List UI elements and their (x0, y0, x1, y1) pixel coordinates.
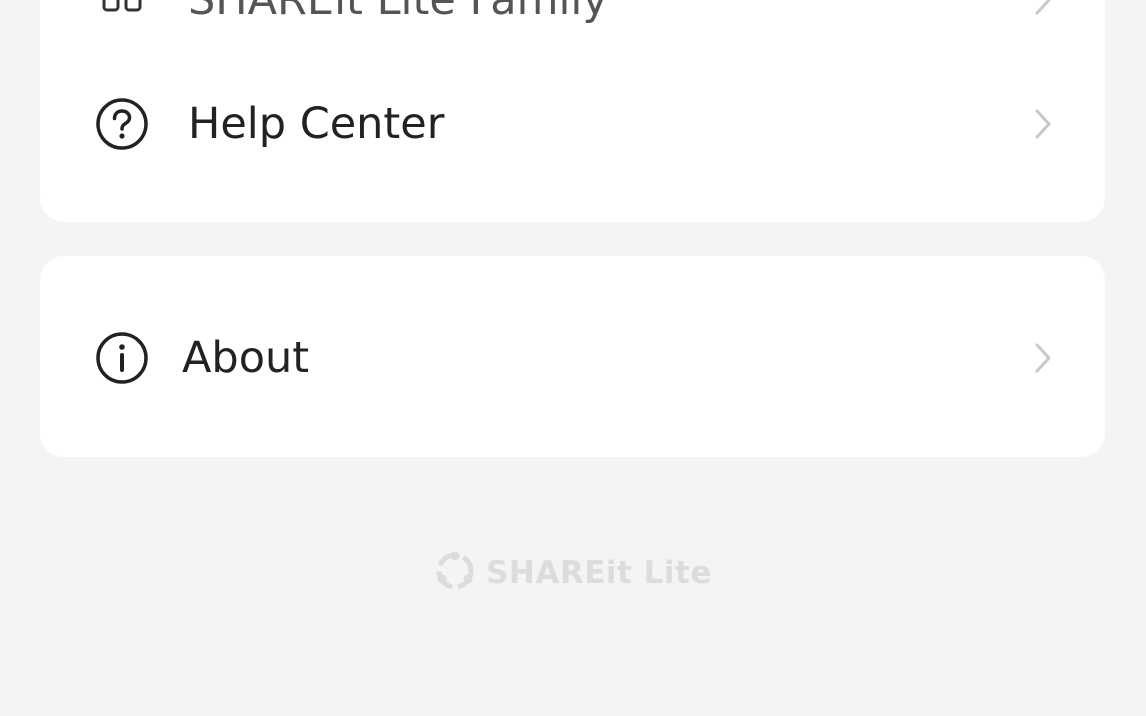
footer-brand-name: SHAREit Lite (486, 555, 712, 591)
chevron-right-icon (1031, 0, 1055, 20)
question-circle-icon (94, 96, 150, 152)
menu-card-about: About (40, 256, 1105, 457)
menu-item-family-label: SHAREit Lite Family (188, 0, 608, 22)
menu-item-about-label: About (182, 332, 310, 383)
menu-card-support: SHAREit Lite Family Help Center (40, 0, 1105, 222)
shareit-logo-icon (434, 550, 476, 596)
chevron-right-icon (1031, 338, 1055, 378)
chevron-right-icon (1031, 104, 1055, 144)
family-icon (94, 0, 150, 28)
menu-item-help-center-label: Help Center (188, 98, 445, 149)
info-circle-icon (94, 330, 150, 386)
menu-item-about[interactable]: About (40, 318, 1105, 398)
footer-brand: SHAREit Lite (0, 548, 1146, 598)
menu-item-help-center[interactable]: Help Center (40, 84, 1105, 164)
menu-item-family[interactable]: SHAREit Lite Family (40, 0, 1105, 40)
